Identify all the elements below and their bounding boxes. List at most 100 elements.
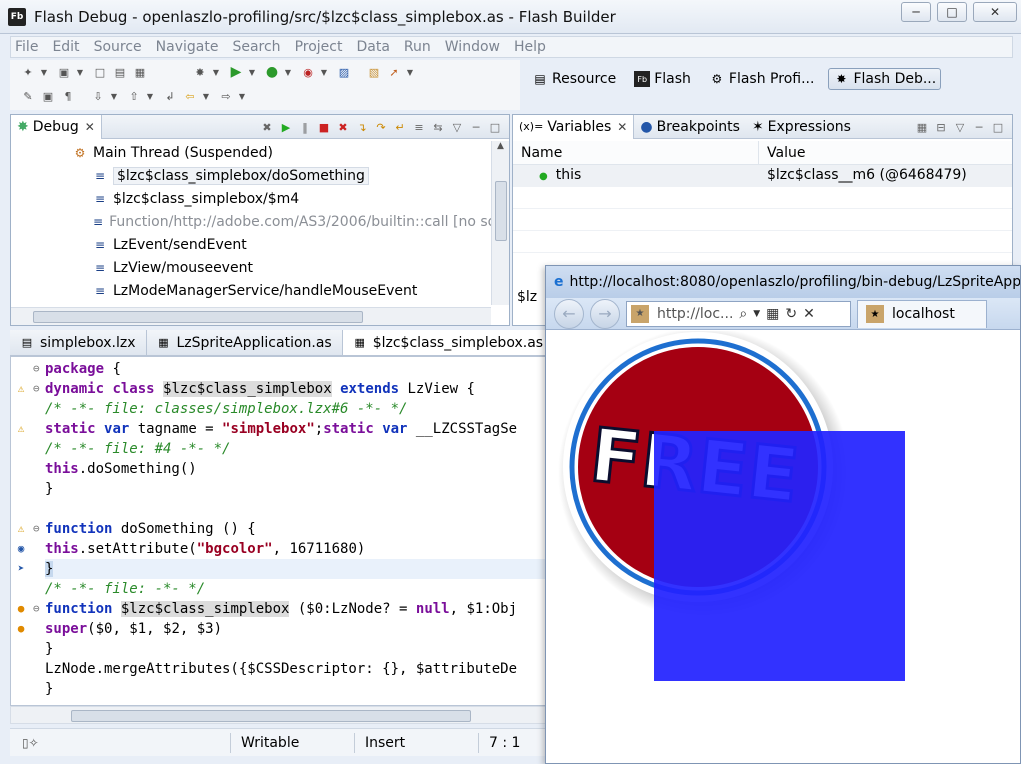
- stack-frame[interactable]: ≡ $lzc$class_simplebox/$m4: [11, 187, 491, 210]
- export-icon[interactable]: ▨: [336, 64, 352, 80]
- stack-frame[interactable]: ≡ $lzc$class_simplebox/doSomething: [11, 164, 491, 187]
- disconnect-icon[interactable]: ✖: [335, 119, 351, 135]
- dropdown-icon[interactable]: ▼: [320, 64, 328, 80]
- browser-tab[interactable]: ★ localhost: [857, 299, 987, 328]
- tab-simplebox-lzx[interactable]: ▤ simplebox.lzx: [10, 330, 147, 355]
- resume-icon[interactable]: ▶: [278, 119, 294, 135]
- terminate-icon[interactable]: ■: [316, 119, 332, 135]
- scroll-thumb[interactable]: [71, 710, 471, 722]
- step-over-icon[interactable]: ↷: [373, 119, 389, 135]
- menu-navigate[interactable]: Navigate: [156, 39, 219, 55]
- perspective-resource[interactable]: ▤ Resource: [528, 69, 620, 89]
- column-header-name[interactable]: Name: [513, 141, 759, 164]
- menu-file[interactable]: File: [15, 39, 38, 55]
- view-menu-icon[interactable]: ▽: [449, 119, 465, 135]
- scroll-thumb[interactable]: [495, 181, 507, 241]
- forward-button[interactable]: →: [590, 298, 620, 329]
- maximize-button[interactable]: □: [937, 2, 967, 22]
- maximize-view-icon[interactable]: □: [487, 119, 503, 135]
- run-icon[interactable]: ▶: [228, 64, 244, 80]
- menu-source[interactable]: Source: [94, 39, 142, 55]
- fold-icon[interactable]: ⊖: [33, 359, 40, 379]
- dropdown-icon[interactable]: ▼: [146, 88, 154, 104]
- pen-icon[interactable]: ✎: [20, 88, 36, 104]
- prev-annotation-icon[interactable]: ⇧: [126, 88, 142, 104]
- fold-icon[interactable]: ⊖: [33, 519, 40, 539]
- next-annotation-icon[interactable]: ⇩: [90, 88, 106, 104]
- back-icon[interactable]: ⇦: [182, 88, 198, 104]
- external-tools-icon[interactable]: ◉: [300, 64, 316, 80]
- tab-breakpoints[interactable]: ● Breakpoints: [634, 115, 746, 139]
- scroll-thumb[interactable]: [33, 311, 363, 323]
- code-editor[interactable]: ⊖ package { ⚠ ⊖ dynamic class $lzc$class_si…: [10, 356, 550, 706]
- close-button[interactable]: ✕: [973, 2, 1017, 22]
- stop-icon[interactable]: ✕: [803, 306, 815, 322]
- close-icon[interactable]: ✕: [85, 120, 95, 134]
- show-type-names-icon[interactable]: ▦: [914, 119, 930, 135]
- tab-variables[interactable]: (x)= Variables ✕: [513, 114, 635, 139]
- new-icon[interactable]: ✦: [20, 64, 36, 80]
- back-button[interactable]: ←: [554, 298, 584, 329]
- minimize-button[interactable]: ─: [901, 2, 931, 22]
- horizontal-scrollbar[interactable]: [11, 307, 491, 325]
- dropdown-icon[interactable]: ▼: [284, 64, 292, 80]
- minimize-view-icon[interactable]: ─: [971, 119, 987, 135]
- dropdown-icon[interactable]: ▼: [40, 64, 48, 80]
- dropdown-icon[interactable]: ▼: [753, 309, 760, 319]
- editor-horizontal-scrollbar[interactable]: [10, 706, 550, 724]
- print-icon[interactable]: ▦: [132, 64, 148, 80]
- save-all-icon[interactable]: ▤: [112, 64, 128, 80]
- dropdown-icon[interactable]: ▼: [238, 88, 246, 104]
- tab-lzspriteapplication[interactable]: ▦ LzSpriteApplication.as: [147, 330, 343, 355]
- compatibility-icon[interactable]: ▦: [766, 306, 779, 322]
- step-into-icon[interactable]: ↴: [354, 119, 370, 135]
- menu-project[interactable]: Project: [295, 39, 343, 55]
- menu-edit[interactable]: Edit: [52, 39, 79, 55]
- flash-app-canvas[interactable]: FREE: [546, 331, 1020, 763]
- dropdown-icon[interactable]: ▼: [406, 64, 414, 80]
- thread-node[interactable]: ⚙ Main Thread (Suspended): [11, 141, 491, 164]
- stack-frame[interactable]: ≡ LzEvent/sendEvent: [11, 233, 491, 256]
- tab-expressions[interactable]: ✶ Expressions: [746, 115, 857, 139]
- dropdown-icon[interactable]: ▼: [202, 88, 210, 104]
- tab-debug[interactable]: ✸ Debug ✕: [11, 114, 102, 139]
- close-icon[interactable]: ✕: [617, 120, 627, 134]
- collapse-all-icon[interactable]: ⊟: [933, 119, 949, 135]
- view-menu-icon[interactable]: ▽: [952, 119, 968, 135]
- minimize-view-icon[interactable]: ─: [468, 119, 484, 135]
- menu-search[interactable]: Search: [232, 39, 280, 55]
- vertical-scrollbar[interactable]: ▲: [491, 141, 509, 305]
- dropdown-icon[interactable]: ▼: [248, 64, 256, 80]
- search-icon[interactable]: ⌕: [739, 306, 747, 322]
- menu-run[interactable]: Run: [404, 39, 431, 55]
- fold-icon[interactable]: ⊖: [33, 379, 40, 399]
- step-filter-icon[interactable]: ⇆: [430, 119, 446, 135]
- perspective-flash[interactable]: Fb Flash: [630, 69, 695, 89]
- drop-to-frame-icon[interactable]: ≡: [411, 119, 427, 135]
- menu-window[interactable]: Window: [445, 39, 500, 55]
- last-edit-icon[interactable]: ↲: [162, 88, 178, 104]
- maximize-view-icon[interactable]: □: [990, 119, 1006, 135]
- menu-help[interactable]: Help: [514, 39, 546, 55]
- remove-terminated-icon[interactable]: ✖: [259, 119, 275, 135]
- fold-icon[interactable]: ⊖: [33, 599, 40, 619]
- address-bar[interactable]: ★ http://loc... ⌕ ▼ ▦ ↻ ✕: [626, 300, 851, 327]
- save-icon[interactable]: □: [92, 64, 108, 80]
- new-package-icon[interactable]: ▣: [56, 64, 72, 80]
- stack-frame[interactable]: ≡ LzModeManagerService/handleMouseEvent: [11, 279, 491, 302]
- menu-data[interactable]: Data: [356, 39, 389, 55]
- refresh-icon[interactable]: ↻: [785, 306, 797, 322]
- launch-icon[interactable]: ➚: [386, 64, 402, 80]
- block-icon[interactable]: ▣: [40, 88, 56, 104]
- fast-view-icon[interactable]: ▯✧: [10, 736, 230, 750]
- forward-icon[interactable]: ⇨: [218, 88, 234, 104]
- perspective-flash-debug[interactable]: ✸ Flash Deb...: [828, 68, 942, 90]
- suspend-icon[interactable]: ‖: [297, 119, 313, 135]
- blue-square[interactable]: [654, 431, 905, 681]
- table-row[interactable]: ● this $lzc$class__m6 (@6468479): [513, 165, 1012, 187]
- open-folder-icon[interactable]: ▧: [366, 64, 382, 80]
- scroll-up-icon[interactable]: ▲: [492, 141, 509, 157]
- stack-frame[interactable]: ≡ LzView/mouseevent: [11, 256, 491, 279]
- dropdown-icon[interactable]: ▼: [212, 64, 220, 80]
- paragraph-icon[interactable]: ¶: [60, 88, 76, 104]
